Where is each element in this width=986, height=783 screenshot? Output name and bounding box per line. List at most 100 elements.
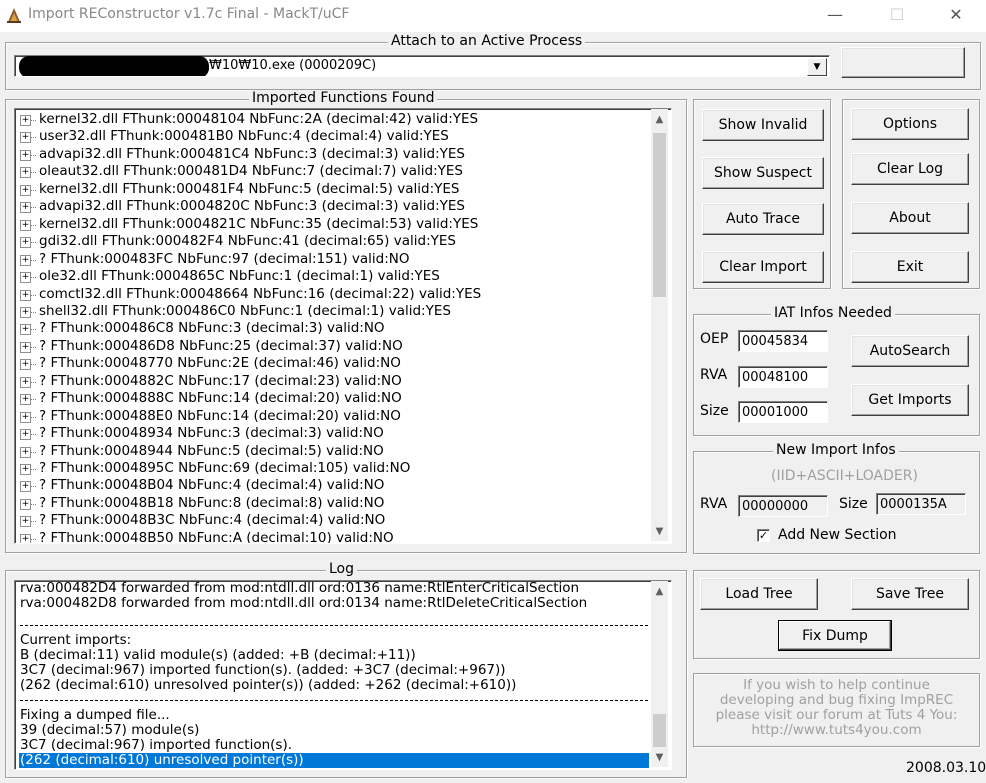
- show-invalid-button[interactable]: Show Invalid: [702, 109, 824, 141]
- tree-item[interactable]: oleaut32.dll FThunk:000481D4 NbFunc:7 (d…: [39, 163, 463, 180]
- tree-item[interactable]: ? FThunk:000486D8 NbFunc:25 (decimal:37)…: [39, 338, 403, 355]
- expand-plus-icon[interactable]: +: [20, 289, 31, 301]
- log-line[interactable]: (262 (decimal:610) unresolved pointer(s)…: [20, 678, 516, 693]
- scroll-down-icon[interactable]: ▼: [651, 749, 668, 766]
- tree-item[interactable]: gdi32.dll FThunk:000482F4 NbFunc:41 (dec…: [39, 233, 456, 250]
- tree-item[interactable]: ? FThunk:00048944 NbFunc:5 (decimal:5) v…: [39, 443, 384, 460]
- autosearch-button[interactable]: AutoSearch: [851, 335, 969, 367]
- expand-plus-icon[interactable]: +: [20, 132, 31, 144]
- scroll-down-icon[interactable]: ▼: [651, 523, 668, 540]
- tree-item[interactable]: shell32.dll FThunk:000486C0 NbFunc:1 (de…: [39, 303, 451, 320]
- rva-field[interactable]: 00048100: [738, 366, 828, 388]
- expand-plus-icon[interactable]: +: [20, 202, 31, 214]
- expand-plus-icon[interactable]: +: [20, 481, 31, 493]
- forum-link[interactable]: http://www.tuts4you.com: [695, 723, 978, 738]
- tree-item[interactable]: user32.dll FThunk:000481B0 NbFunc:4 (dec…: [39, 128, 449, 145]
- tree-item[interactable]: ? FThunk:0004882C NbFunc:17 (decimal:23)…: [39, 373, 402, 390]
- size-field[interactable]: 00001000: [738, 401, 828, 423]
- expand-plus-icon[interactable]: +: [20, 533, 31, 543]
- expand-plus-icon[interactable]: +: [20, 429, 31, 441]
- new-size-label: Size: [839, 496, 868, 512]
- expand-plus-icon[interactable]: +: [20, 411, 31, 423]
- tree-item[interactable]: ? FThunk:000488E0 NbFunc:14 (decimal:20)…: [39, 408, 401, 425]
- expand-plus-icon[interactable]: +: [20, 115, 31, 126]
- expand-plus-icon[interactable]: +: [20, 324, 31, 336]
- scroll-thumb[interactable]: [653, 133, 666, 297]
- expand-plus-icon[interactable]: +: [20, 359, 31, 371]
- expand-plus-icon[interactable]: +: [20, 516, 31, 528]
- exit-button[interactable]: Exit: [851, 251, 969, 283]
- oep-field[interactable]: 00045834: [738, 330, 828, 352]
- close-button[interactable]: ✕: [933, 0, 979, 32]
- tree-item[interactable]: ? FThunk:000486C8 NbFunc:3 (decimal:3) v…: [39, 320, 385, 337]
- load-tree-button[interactable]: Load Tree: [700, 578, 818, 610]
- tree-item[interactable]: advapi32.dll FThunk:000481C4 NbFunc:3 (d…: [39, 146, 465, 163]
- clear-log-button[interactable]: Clear Log: [851, 153, 969, 185]
- tree-item[interactable]: kernel32.dll FThunk:0004821C NbFunc:35 (…: [39, 216, 478, 233]
- fix-dump-button[interactable]: Fix Dump: [778, 620, 892, 651]
- log-list[interactable]: rva:000482D4 forwarded from mod:ntdll.dl…: [14, 580, 672, 770]
- new-rva-field[interactable]: 00000000: [738, 495, 828, 517]
- minimize-button[interactable]: —: [812, 0, 858, 32]
- tree-item[interactable]: ? FThunk:00048B50 NbFunc:A (decimal:10) …: [39, 530, 394, 543]
- log-scrollbar[interactable]: ▲ ▼: [651, 581, 668, 767]
- tree-item[interactable]: ? FThunk:00048934 NbFunc:3 (decimal:3) v…: [39, 425, 384, 442]
- log-line[interactable]: 3C7 (decimal:967) imported function(s).: [20, 738, 292, 753]
- expand-plus-icon[interactable]: +: [20, 149, 31, 161]
- log-line[interactable]: rva:000482D4 forwarded from mod:ntdll.dl…: [20, 581, 579, 596]
- tree-connector: [31, 120, 36, 121]
- auto-trace-button[interactable]: Auto Trace: [702, 203, 824, 235]
- tree-item[interactable]: ? FThunk:000483FC NbFunc:97 (decimal:151…: [39, 251, 410, 268]
- expand-plus-icon[interactable]: +: [20, 219, 31, 231]
- new-size-field[interactable]: 0000135A: [876, 493, 966, 515]
- tree-item[interactable]: kernel32.dll FThunk:00048104 NbFunc:2A (…: [39, 111, 478, 128]
- process-select[interactable]: ₩10₩10.exe (0000209C) ▼: [14, 55, 830, 77]
- tree-item[interactable]: ? FThunk:0004895C NbFunc:69 (decimal:105…: [39, 460, 410, 477]
- imports-scrollbar[interactable]: ▲ ▼: [651, 109, 668, 541]
- expand-plus-icon[interactable]: +: [20, 341, 31, 353]
- expand-plus-icon[interactable]: +: [20, 237, 31, 249]
- log-line[interactable]: 3C7 (decimal:967) imported function(s). …: [20, 663, 506, 678]
- log-line[interactable]: rva:000482D8 forwarded from mod:ntdll.dl…: [20, 596, 587, 611]
- expand-plus-icon[interactable]: +: [20, 306, 31, 318]
- about-button[interactable]: About: [851, 202, 969, 234]
- options-button[interactable]: Options: [851, 108, 969, 140]
- log-line[interactable]: B (decimal:11) valid module(s) (added: +…: [20, 648, 416, 663]
- expand-plus-icon[interactable]: +: [20, 498, 31, 510]
- add-section-checkbox[interactable]: ✓: [757, 529, 770, 542]
- expand-plus-icon[interactable]: +: [20, 376, 31, 388]
- save-tree-button[interactable]: Save Tree: [851, 578, 969, 610]
- tree-connector: [31, 451, 36, 453]
- log-line[interactable]: Fixing a dumped file...: [20, 708, 170, 723]
- clear-import-button[interactable]: Clear Import: [702, 251, 824, 283]
- show-suspect-button[interactable]: Show Suspect: [702, 157, 824, 189]
- tree-item[interactable]: ? FThunk:00048B3C NbFunc:4 (decimal:4) v…: [39, 512, 385, 529]
- tree-item[interactable]: comctl32.dll FThunk:00048664 NbFunc:16 (…: [39, 286, 481, 303]
- expand-plus-icon[interactable]: +: [20, 446, 31, 458]
- log-line[interactable]: Current imports:: [20, 633, 131, 648]
- tree-connector: [31, 242, 36, 244]
- pick-dll-button[interactable]: [841, 47, 965, 78]
- expand-plus-icon[interactable]: +: [20, 254, 31, 266]
- tree-item[interactable]: ? FThunk:00048B18 NbFunc:8 (decimal:8) v…: [39, 495, 384, 512]
- scroll-up-icon[interactable]: ▲: [651, 111, 668, 128]
- scroll-up-icon[interactable]: ▲: [651, 583, 668, 600]
- expand-plus-icon[interactable]: +: [20, 464, 31, 475]
- get-imports-button[interactable]: Get Imports: [851, 384, 969, 416]
- tree-item[interactable]: ole32.dll FThunk:0004865C NbFunc:1 (deci…: [39, 268, 440, 285]
- tree-item[interactable]: kernel32.dll FThunk:000481F4 NbFunc:5 (d…: [39, 181, 459, 198]
- tree-item[interactable]: ? FThunk:0004888C NbFunc:14 (decimal:20)…: [39, 390, 402, 407]
- log-line[interactable]: 39 (decimal:57) module(s): [20, 723, 199, 738]
- chevron-down-icon[interactable]: ▼: [807, 58, 827, 76]
- expand-plus-icon[interactable]: +: [20, 167, 31, 179]
- expand-plus-icon[interactable]: +: [20, 272, 31, 284]
- tree-connector: [31, 207, 36, 209]
- tree-item[interactable]: advapi32.dll FThunk:0004820C NbFunc:3 (d…: [39, 198, 465, 215]
- scroll-thumb[interactable]: [653, 714, 666, 747]
- expand-plus-icon[interactable]: +: [20, 184, 31, 196]
- tree-item[interactable]: ? FThunk:00048770 NbFunc:2E (decimal:46)…: [39, 355, 401, 372]
- imports-tree[interactable]: + kernel32.dll FThunk:00048104 NbFunc:2A …: [14, 108, 672, 544]
- expand-plus-icon[interactable]: +: [20, 394, 31, 406]
- tree-item[interactable]: ? FThunk:00048B04 NbFunc:4 (decimal:4) v…: [39, 477, 384, 494]
- log-line-selected[interactable]: (262 (decimal:610) unresolved pointer(s)…: [19, 753, 649, 768]
